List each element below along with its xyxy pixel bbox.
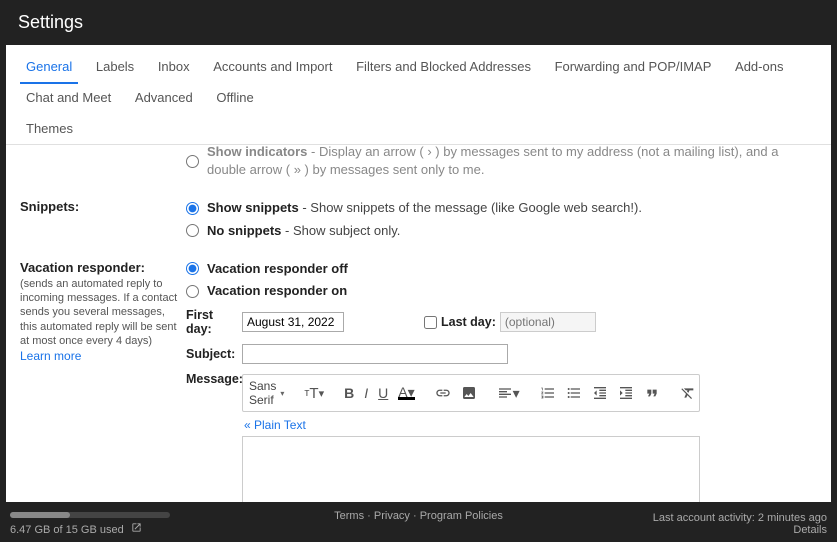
indicators-row: Show indicators - Display an arrow ( › )… [20, 149, 817, 183]
image-icon[interactable] [461, 385, 477, 401]
indicators-bold: Show indicators [207, 144, 307, 159]
font-size-icon[interactable]: тT▾ [304, 385, 324, 402]
learn-more-link[interactable]: Learn more [20, 349, 81, 363]
remove-format-icon[interactable] [680, 385, 696, 401]
subject-label: Subject: [186, 347, 242, 361]
settings-body: Show indicators - Display an arrow ( › )… [6, 145, 831, 503]
tab-forwarding[interactable]: Forwarding and POP/IMAP [549, 53, 718, 82]
tab-addons[interactable]: Add-ons [729, 53, 789, 82]
tab-general[interactable]: General [20, 53, 78, 84]
quote-icon[interactable] [644, 385, 660, 401]
no-snippets-text: - Show subject only. [281, 223, 400, 238]
link-icon[interactable] [435, 385, 451, 401]
vacation-on-label: Vacation responder on [207, 282, 347, 300]
bold-icon[interactable]: B [344, 385, 354, 401]
open-external-icon[interactable] [131, 522, 142, 536]
indent-less-icon[interactable] [592, 385, 608, 401]
message-label: Message: [186, 372, 242, 386]
tab-offline[interactable]: Offline [210, 84, 259, 113]
horizontal-scrollbar[interactable] [10, 512, 170, 518]
tab-chat[interactable]: Chat and Meet [20, 84, 117, 113]
vacation-desc: (sends an automated reply to incoming me… [20, 277, 180, 348]
vacation-off-radio[interactable] [186, 262, 199, 275]
vacation-on-radio[interactable] [186, 285, 199, 298]
tab-accounts[interactable]: Accounts and Import [207, 53, 338, 82]
show-snippets-radio[interactable] [186, 202, 199, 215]
page-title: Settings [18, 12, 83, 32]
tab-filters[interactable]: Filters and Blocked Addresses [350, 53, 537, 82]
underline-icon[interactable]: U [378, 385, 388, 401]
plain-text-link[interactable]: « Plain Text [244, 418, 306, 432]
policies-link[interactable]: Program Policies [420, 510, 503, 522]
vacation-off-label: Vacation responder off [207, 260, 348, 278]
first-day-label: First day: [186, 308, 242, 336]
text-color-icon[interactable]: A▾ [398, 387, 414, 400]
no-snippets-radio[interactable] [186, 224, 199, 237]
tab-themes[interactable]: Themes [20, 115, 79, 144]
vacation-label: Vacation responder: [20, 260, 145, 275]
footer: 6.47 GB of 15 GB used Terms · Privacy · … [0, 502, 837, 542]
details-link[interactable]: Details [793, 524, 827, 536]
tab-advanced[interactable]: Advanced [129, 84, 199, 113]
show-snippets-bold: Show snippets [207, 200, 299, 215]
privacy-link[interactable]: Privacy [374, 510, 410, 522]
no-snippets-bold: No snippets [207, 223, 281, 238]
snippets-label: Snippets: [20, 199, 79, 214]
settings-tabs: General Labels Inbox Accounts and Import… [6, 45, 831, 145]
last-day-checkbox[interactable] [424, 316, 437, 329]
numbered-list-icon[interactable] [540, 385, 556, 401]
indent-more-icon[interactable] [618, 385, 634, 401]
snippets-row: Snippets: Show snippets - Show snippets … [20, 199, 817, 243]
tab-inbox[interactable]: Inbox [152, 53, 196, 82]
font-select[interactable]: Sans Serif [249, 379, 284, 407]
last-day-input [500, 312, 596, 332]
bulleted-list-icon[interactable] [566, 385, 582, 401]
settings-panel: General Labels Inbox Accounts and Import… [6, 45, 831, 503]
tab-labels[interactable]: Labels [90, 53, 140, 82]
first-day-input[interactable] [242, 312, 344, 332]
italic-icon[interactable]: I [364, 385, 368, 401]
subject-input[interactable] [242, 344, 508, 364]
show-snippets-text: - Show snippets of the message (like Goo… [299, 200, 642, 215]
indicators-radio[interactable] [186, 155, 199, 168]
activity-text: Last account activity: 2 minutes ago [653, 512, 827, 524]
align-icon[interactable]: ▾ [497, 385, 520, 402]
terms-link[interactable]: Terms [334, 510, 364, 522]
vacation-row: Vacation responder: (sends an automated … [20, 260, 817, 503]
page-header: Settings [0, 0, 837, 45]
format-toolbar: Sans Serif тT▾ B I U A▾ ▾ [242, 374, 700, 412]
storage-text: 6.47 GB of 15 GB used [10, 524, 124, 536]
last-day-label: Last day: [441, 315, 496, 329]
message-editor[interactable] [242, 436, 700, 503]
